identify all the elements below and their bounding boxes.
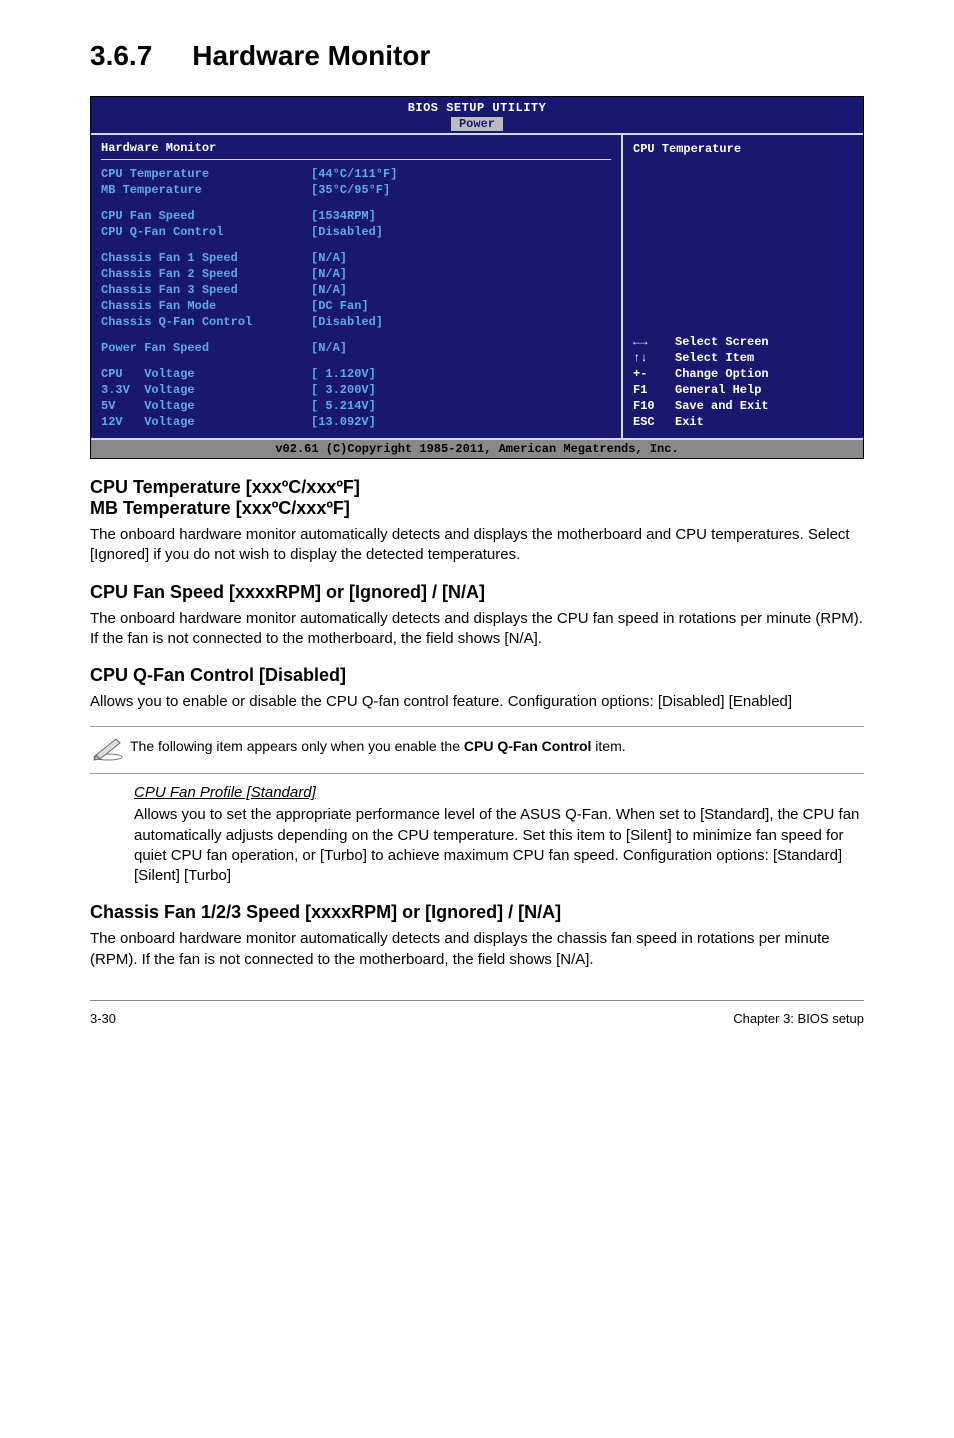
nav-text: Change Option	[675, 366, 853, 382]
bios-row[interactable]: Chassis Fan Mode[DC Fan]	[101, 298, 611, 314]
bios-row[interactable]: Chassis Fan 1 Speed[N/A]	[101, 250, 611, 266]
bios-left-panel: Hardware Monitor CPU Temperature[44°C/11…	[91, 135, 623, 438]
bios-row[interactable]: CPU Temperature[44°C/111°F]	[101, 166, 611, 182]
nav-key: ESC	[633, 414, 675, 430]
nav-row: F1General Help	[633, 382, 853, 398]
row-label: 5V Voltage	[101, 398, 311, 414]
row-value: [N/A]	[311, 340, 611, 356]
bios-row[interactable]: 12V Voltage[13.092V]	[101, 414, 611, 430]
nav-key: ←→	[633, 334, 675, 350]
row-label: 3.3V Voltage	[101, 382, 311, 398]
option-block: CPU Fan Profile [Standard] Allows you to…	[134, 784, 864, 886]
row-value: [N/A]	[311, 282, 611, 298]
bios-row[interactable]: CPU Voltage[ 1.120V]	[101, 366, 611, 382]
nav-text: Save and Exit	[675, 398, 853, 414]
bios-title: BIOS SETUP UTILITY	[91, 97, 863, 117]
bios-row[interactable]: 5V Voltage[ 5.214V]	[101, 398, 611, 414]
row-value: [ 3.200V]	[311, 382, 611, 398]
nav-text: Select Screen	[675, 334, 853, 350]
row-value: [Disabled]	[311, 224, 611, 240]
row-label: CPU Fan Speed	[101, 208, 311, 224]
bios-row[interactable]: Chassis Fan 2 Speed[N/A]	[101, 266, 611, 282]
bios-tab-power[interactable]: Power	[451, 117, 503, 131]
nav-text: Select Item	[675, 350, 853, 366]
bios-panel-heading: Hardware Monitor	[101, 141, 611, 160]
note-block: The following item appears only when you…	[90, 726, 864, 774]
bios-footer: v02.61 (C)Copyright 1985-2011, American …	[91, 438, 863, 458]
bios-row[interactable]: MB Temperature[35°C/95°F]	[101, 182, 611, 198]
subsection-heading-chassisfan: Chassis Fan 1/2/3 Speed [xxxxRPM] or [Ig…	[90, 902, 864, 923]
row-value: [13.092V]	[311, 414, 611, 430]
subsection-heading-qfan: CPU Q-Fan Control [Disabled]	[90, 665, 864, 686]
nav-row: +-Change Option	[633, 366, 853, 382]
bios-row[interactable]: CPU Fan Speed[1534RPM]	[101, 208, 611, 224]
subsection-heading-temp: CPU Temperature [xxxºC/xxxºF] MB Tempera…	[90, 477, 864, 519]
nav-row: ↑↓Select Item	[633, 350, 853, 366]
row-value: [DC Fan]	[311, 298, 611, 314]
row-value: [ 1.120V]	[311, 366, 611, 382]
row-label: CPU Voltage	[101, 366, 311, 382]
row-label: CPU Q-Fan Control	[101, 224, 311, 240]
row-value: [N/A]	[311, 266, 611, 282]
row-label: Chassis Fan 2 Speed	[101, 266, 311, 282]
row-label: MB Temperature	[101, 182, 311, 198]
row-label: Chassis Fan 3 Speed	[101, 282, 311, 298]
bios-tabbar: Power	[91, 117, 863, 133]
row-value: [35°C/95°F]	[311, 182, 611, 198]
row-value: [ 5.214V]	[311, 398, 611, 414]
paragraph: Allows you to set the appropriate perfor…	[134, 805, 864, 886]
row-label: CPU Temperature	[101, 166, 311, 182]
row-label: Chassis Fan 1 Speed	[101, 250, 311, 266]
row-value: [Disabled]	[311, 314, 611, 330]
bios-row[interactable]: Power Fan Speed[N/A]	[101, 340, 611, 356]
nav-row: ←→Select Screen	[633, 334, 853, 350]
page-footer: 3-30 Chapter 3: BIOS setup	[90, 1000, 864, 1026]
row-label: Power Fan Speed	[101, 340, 311, 356]
section-heading: 3.6.7 Hardware Monitor	[90, 40, 864, 72]
pencil-icon	[90, 735, 130, 765]
nav-key: ↑↓	[633, 350, 675, 366]
nav-text: General Help	[675, 382, 853, 398]
nav-row: ESCExit	[633, 414, 853, 430]
subsection-heading-cpufan: CPU Fan Speed [xxxxRPM] or [Ignored] / […	[90, 582, 864, 603]
chapter-label: Chapter 3: BIOS setup	[733, 1011, 864, 1026]
nav-key: +-	[633, 366, 675, 382]
bios-row[interactable]: 3.3V Voltage[ 3.200V]	[101, 382, 611, 398]
page-number: 3-30	[90, 1011, 116, 1026]
bios-right-panel: CPU Temperature ←→Select Screen ↑↓Select…	[623, 135, 863, 438]
option-title: CPU Fan Profile [Standard]	[134, 784, 864, 801]
row-value: [44°C/111°F]	[311, 166, 611, 182]
nav-row: F10Save and Exit	[633, 398, 853, 414]
bios-nav-block: ←→Select Screen ↑↓Select Item +-Change O…	[633, 334, 853, 430]
row-label: Chassis Q-Fan Control	[101, 314, 311, 330]
section-title: Hardware Monitor	[192, 40, 430, 72]
bios-row[interactable]: Chassis Fan 3 Speed[N/A]	[101, 282, 611, 298]
row-label: 12V Voltage	[101, 414, 311, 430]
note-text: The following item appears only when you…	[130, 735, 864, 754]
nav-text: Exit	[675, 414, 853, 430]
section-number: 3.6.7	[90, 40, 152, 72]
bios-panel: BIOS SETUP UTILITY Power Hardware Monito…	[90, 96, 864, 459]
paragraph: Allows you to enable or disable the CPU …	[90, 692, 864, 712]
paragraph: The onboard hardware monitor automatical…	[90, 525, 864, 566]
row-label: Chassis Fan Mode	[101, 298, 311, 314]
paragraph: The onboard hardware monitor automatical…	[90, 929, 864, 970]
bios-row[interactable]: CPU Q-Fan Control[Disabled]	[101, 224, 611, 240]
paragraph: The onboard hardware monitor automatical…	[90, 609, 864, 650]
nav-key: F1	[633, 382, 675, 398]
nav-key: F10	[633, 398, 675, 414]
bios-row[interactable]: Chassis Q-Fan Control[Disabled]	[101, 314, 611, 330]
row-value: [N/A]	[311, 250, 611, 266]
bios-help-text: CPU Temperature	[633, 142, 853, 156]
row-value: [1534RPM]	[311, 208, 611, 224]
